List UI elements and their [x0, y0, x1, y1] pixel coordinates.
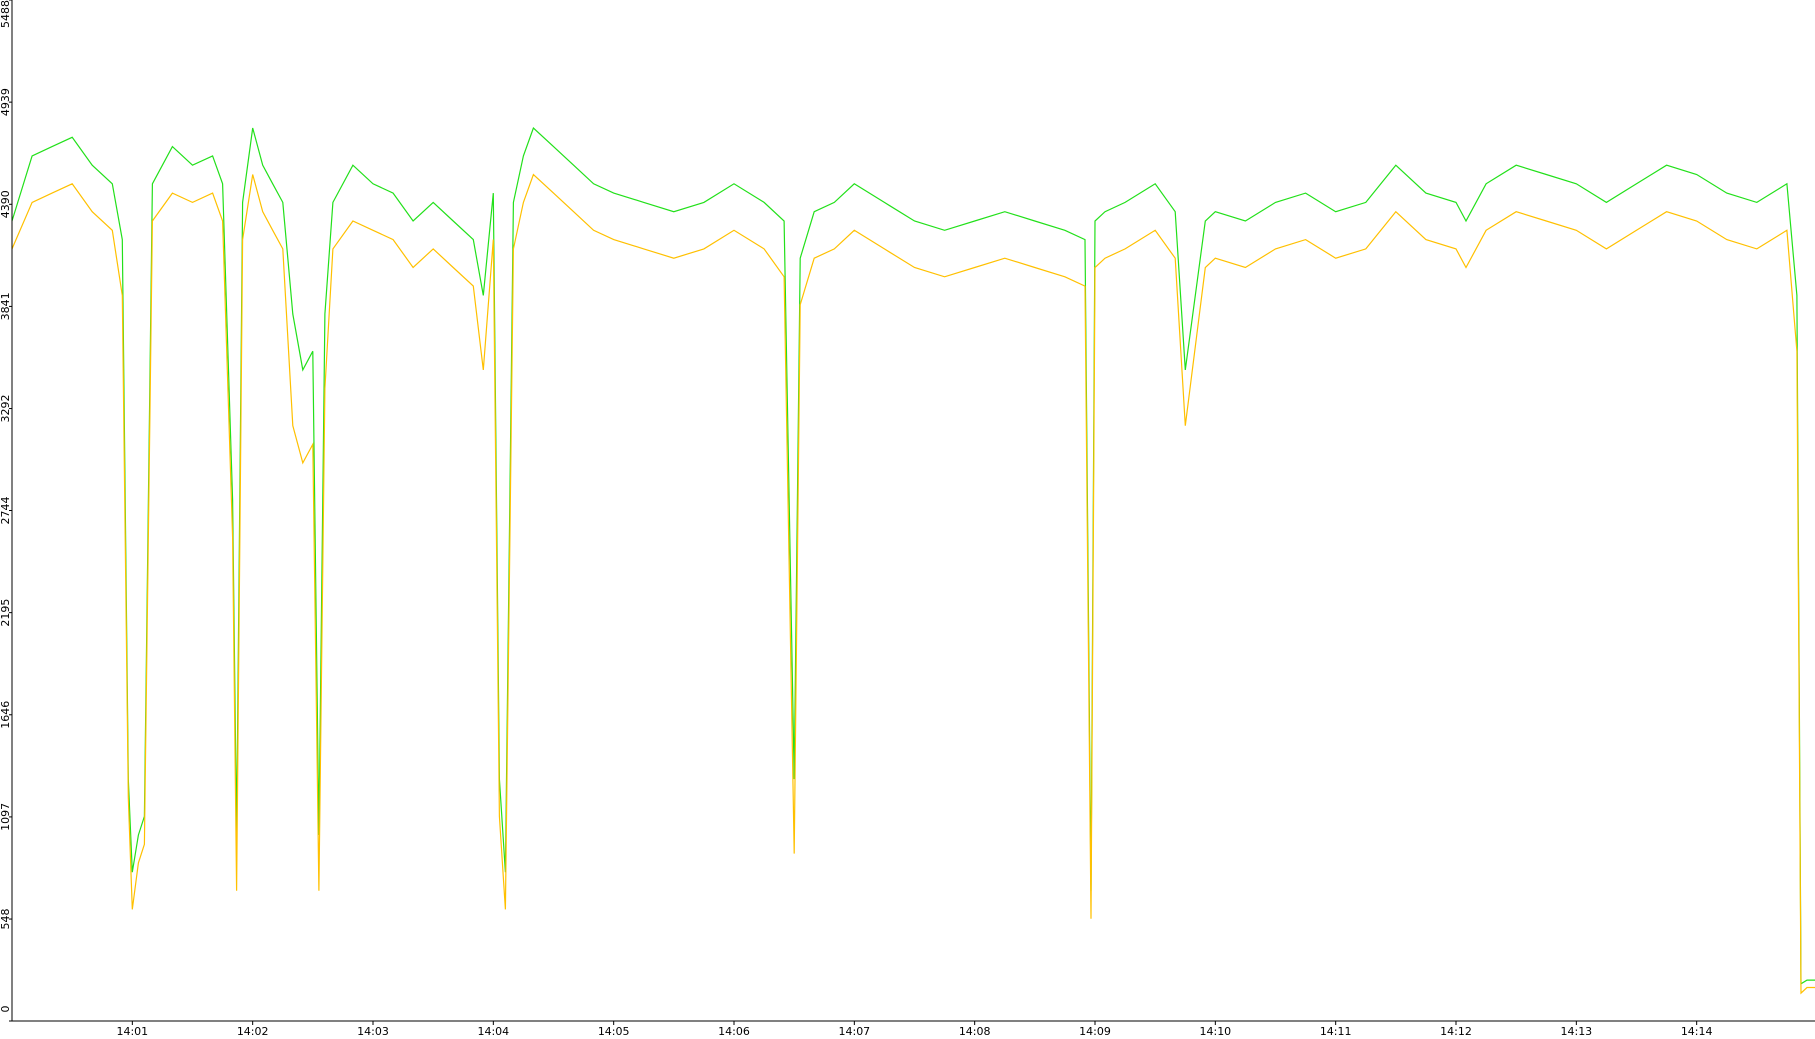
x-tick-label: 14:01	[116, 1025, 148, 1038]
y-tick-label: 1646	[0, 701, 12, 729]
y-tick-label: 3841	[0, 292, 12, 320]
y-tick-label: 4939	[0, 88, 12, 116]
y-tick-label: 548	[0, 909, 12, 930]
x-tick-label: 14:10	[1199, 1025, 1231, 1038]
x-tick-label: 14:09	[1079, 1025, 1111, 1038]
x-tick-label: 14:08	[959, 1025, 991, 1038]
y-tick-label: 1097	[0, 803, 12, 831]
x-tick-label: 14:12	[1440, 1025, 1472, 1038]
axis-layer: 0 548 1097 1646 2195 2744 3292 3841 4390 4939 5488…	[0, 0, 1815, 1038]
x-tick-label: 14:03	[357, 1025, 389, 1038]
x-tick-label: 14:02	[237, 1025, 269, 1038]
x-tick-label: 14:04	[477, 1025, 509, 1038]
chart: 0 548 1097 1646 2195 2744 3292 3841 4390 4939 5488…	[0, 0, 1815, 1039]
line-chart: 0 548 1097 1646 2195 2744 3292 3841 4390 4939 5488…	[0, 0, 1815, 1038]
y-tick-label: 4390	[0, 190, 12, 218]
series-line-2	[11, 173, 1815, 995]
x-tick-label: 14:13	[1560, 1025, 1592, 1038]
x-tick-label: 14:14	[1681, 1025, 1713, 1038]
y-tick-label: 3292	[0, 395, 12, 423]
series-line-1	[11, 126, 1815, 985]
y-tick-label: 2195	[0, 599, 12, 627]
x-tick-label: 14:07	[838, 1025, 870, 1038]
x-tick-label: 14:06	[718, 1025, 750, 1038]
y-tick-label: 2744	[0, 497, 12, 525]
x-tick-label: 14:11	[1320, 1025, 1352, 1038]
y-tick-label: 0	[0, 1006, 12, 1013]
series-layer	[11, 126, 1815, 995]
y-tick-label: 5488	[0, 0, 12, 28]
x-tick-label: 14:05	[598, 1025, 630, 1038]
